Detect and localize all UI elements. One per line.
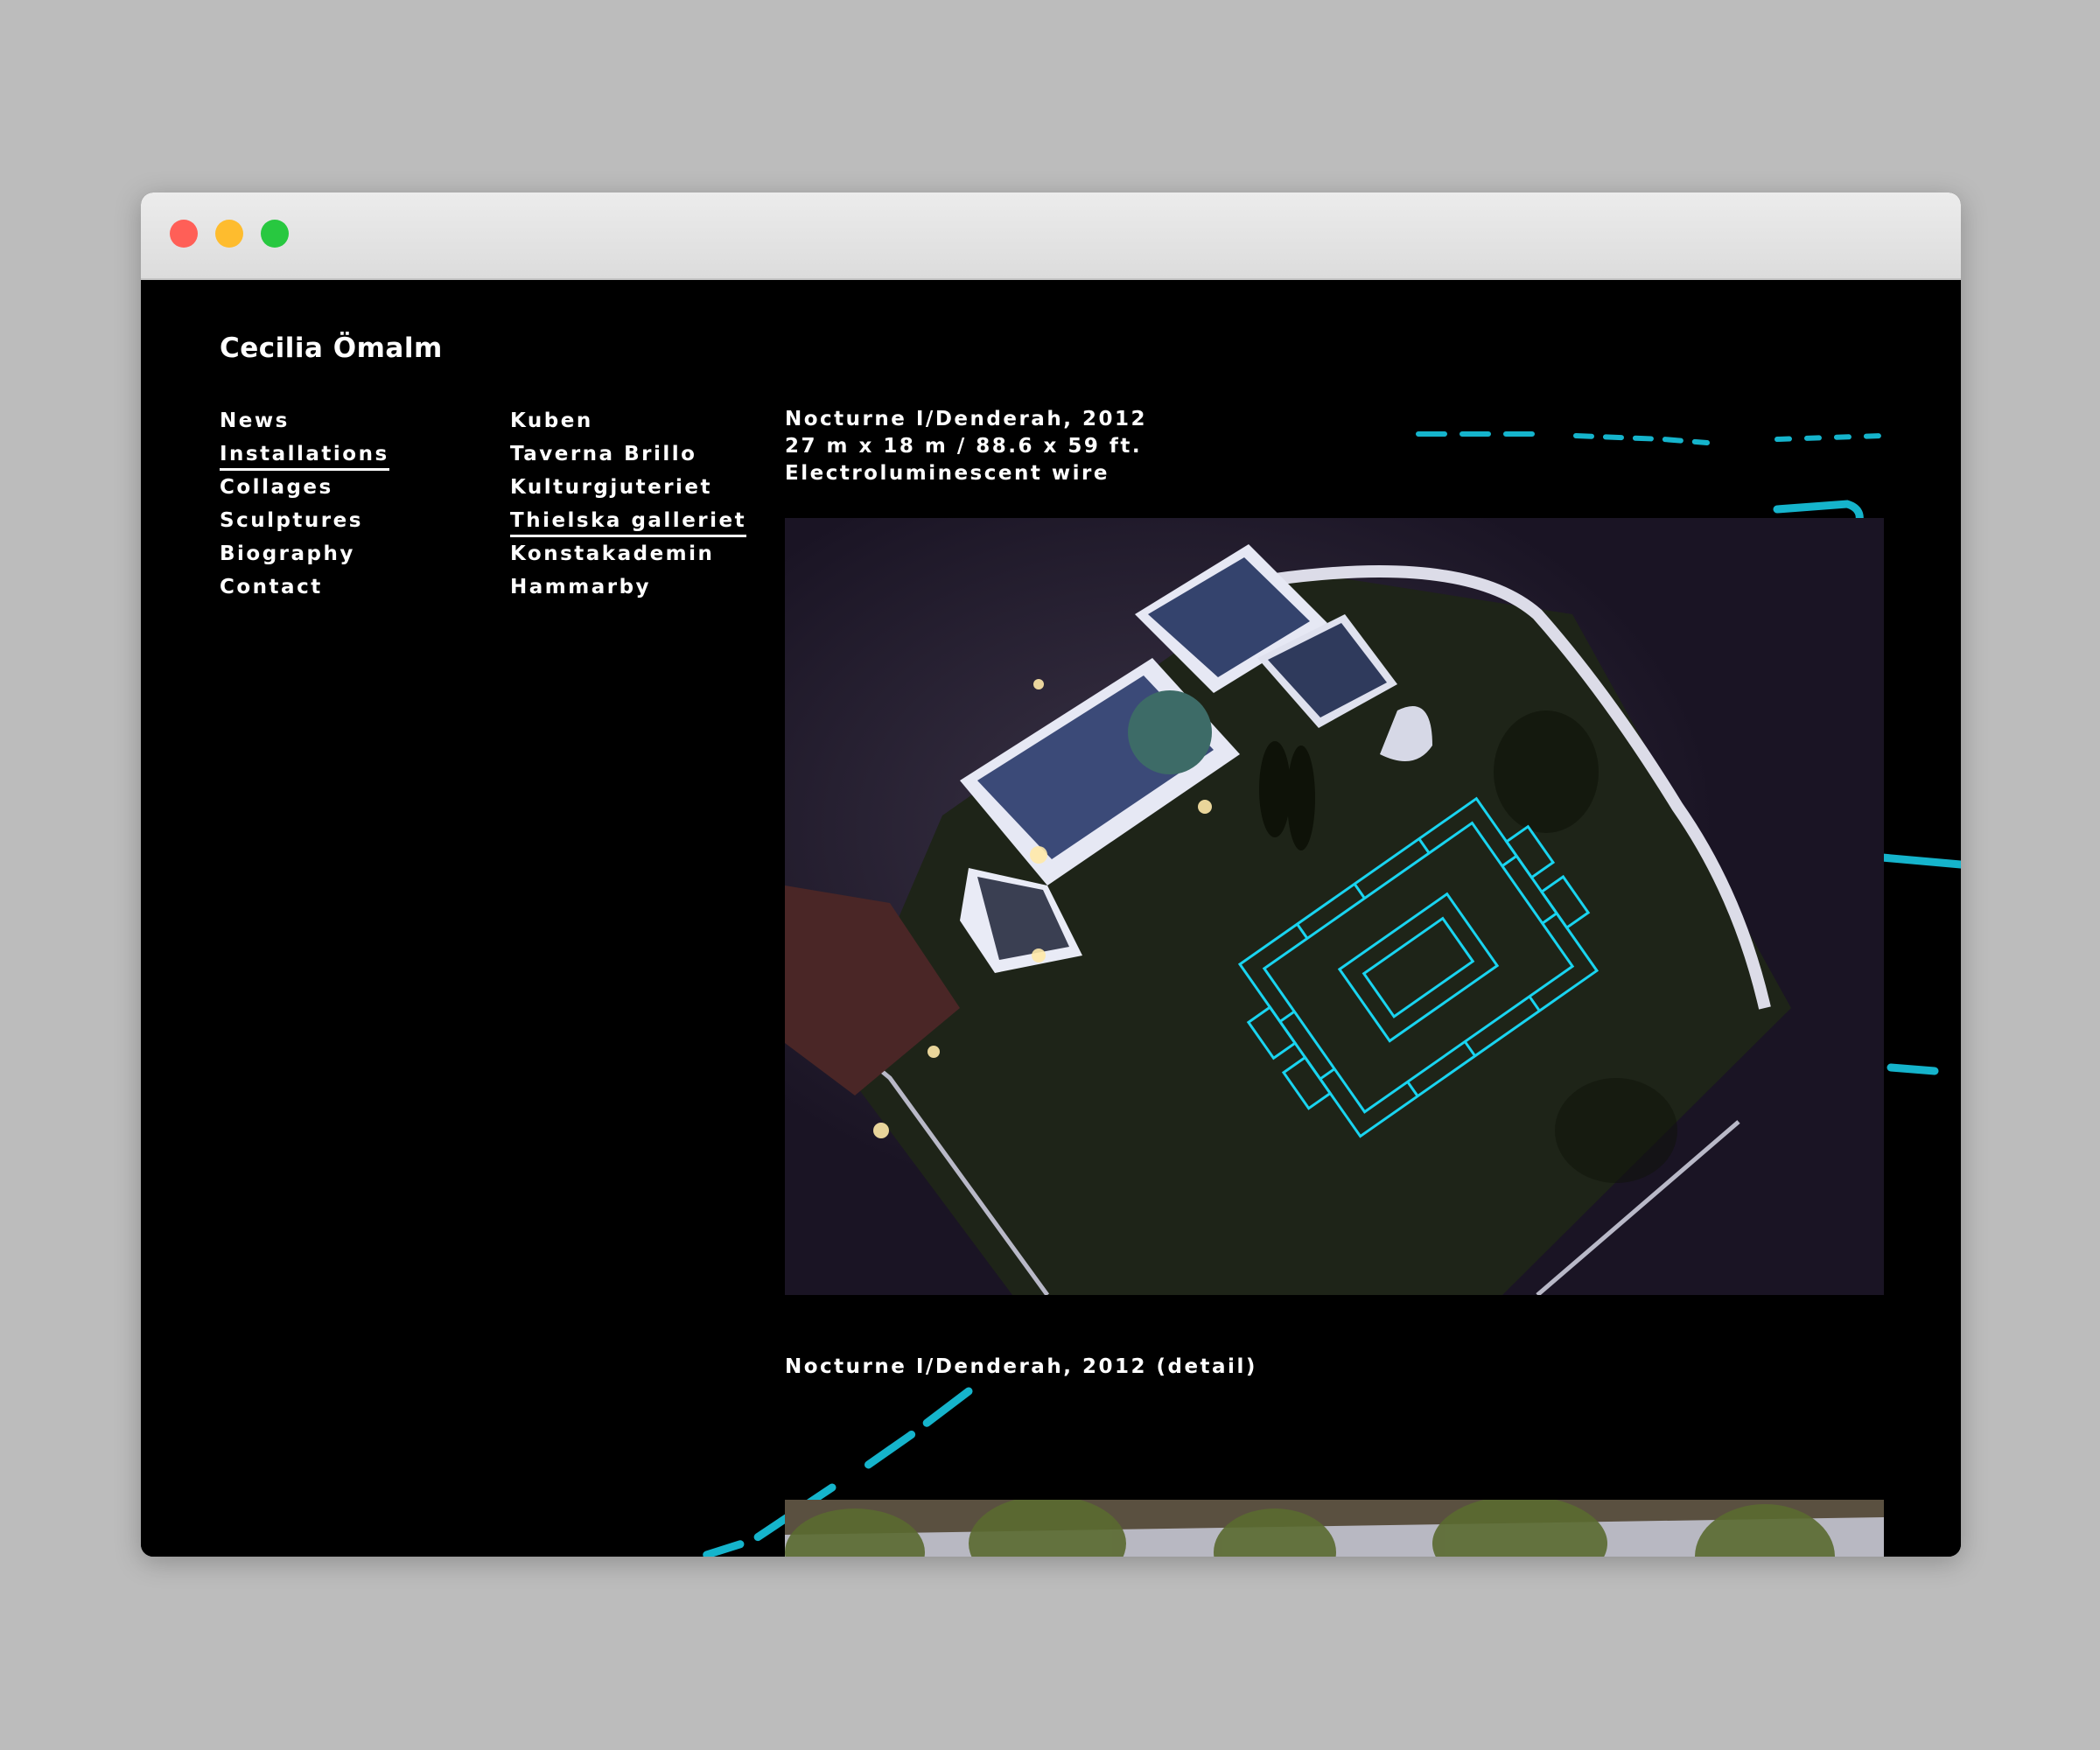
work-caption: Nocturne I/Denderah, 2012 27 m x 18 m / … (785, 406, 1147, 487)
page-content: Cecilia Ömalm News Installations Collage… (141, 280, 1961, 1557)
installation-aerial-photo[interactable] (785, 518, 1884, 1295)
detail-photo-illustration (785, 1500, 1884, 1557)
subnav-item-kulturgjuteriet[interactable]: Kulturgjuteriet (510, 471, 746, 504)
nav-item-label: Biography (220, 542, 355, 565)
nav-item-sculptures[interactable]: Sculptures (220, 504, 389, 537)
subnav-item-label: Taverna Brillo (510, 443, 697, 466)
subnav-item-label: Hammarby (510, 576, 652, 598)
nav-item-label: Contact (220, 576, 323, 598)
aerial-photo-illustration (785, 518, 1884, 1295)
nav-item-news[interactable]: News (220, 404, 389, 438)
work-material: Electroluminescent wire (785, 462, 1110, 485)
site-title[interactable]: Cecilia Ömalm (220, 332, 443, 364)
close-window-button[interactable] (170, 220, 198, 248)
nav-item-biography[interactable]: Biography (220, 537, 389, 570)
subnav-item-konstakademin[interactable]: Konstakademin (510, 537, 746, 570)
work-title: Nocturne I/Denderah, 2012 (785, 408, 1147, 430)
nav-item-installations[interactable]: Installations (220, 438, 389, 471)
maximize-window-button[interactable] (261, 220, 289, 248)
nav-item-label: Collages (220, 476, 333, 499)
subnav-item-label: Kuben (510, 410, 593, 432)
nav-item-contact[interactable]: Contact (220, 570, 389, 604)
nav-item-label: Installations (220, 443, 389, 471)
primary-nav: News Installations Collages Sculptures B… (220, 404, 389, 604)
nav-item-collages[interactable]: Collages (220, 471, 389, 504)
nav-item-label: Sculptures (220, 509, 363, 532)
installation-detail-photo[interactable] (785, 1500, 1884, 1557)
window-titlebar (141, 192, 1961, 280)
secondary-nav: Kuben Taverna Brillo Kulturgjuteriet Thi… (510, 404, 747, 604)
subnav-item-label: Konstakademin (510, 542, 715, 565)
subnav-item-thielska-galleriet[interactable]: Thielska galleriet (510, 504, 747, 537)
browser-window: Cecilia Ömalm News Installations Collage… (141, 192, 1961, 1557)
detail-caption: Nocturne I/Denderah, 2012 (detail) (785, 1354, 1257, 1381)
subnav-item-kuben[interactable]: Kuben (510, 404, 746, 438)
detail-caption-text: Nocturne I/Denderah, 2012 (detail) (785, 1355, 1257, 1378)
subnav-item-label: Thielska galleriet (510, 509, 747, 537)
work-dimensions: 27 m x 18 m / 88.6 x 59 ft. (785, 435, 1143, 458)
nav-item-label: News (220, 410, 290, 432)
minimize-window-button[interactable] (215, 220, 243, 248)
subnav-item-label: Kulturgjuteriet (510, 476, 713, 499)
subnav-item-hammarby[interactable]: Hammarby (510, 570, 746, 604)
subnav-item-taverna-brillo[interactable]: Taverna Brillo (510, 438, 746, 471)
